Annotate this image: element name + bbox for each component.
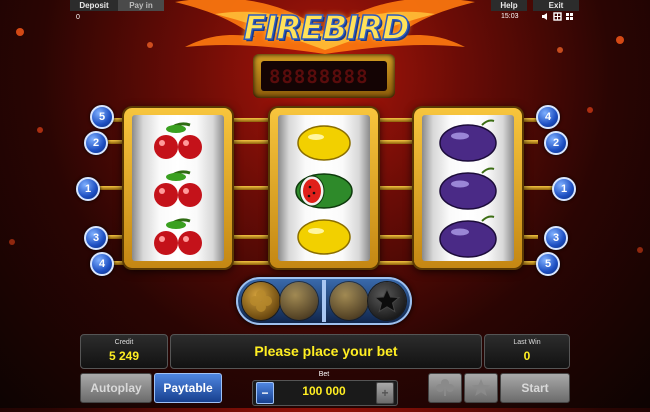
win-display: 88888888 [253, 54, 395, 98]
status-message: Please place your bet [254, 343, 398, 359]
line-badge-right[interactable]: 5 [536, 252, 560, 276]
start-button[interactable]: Start [500, 373, 570, 403]
lemon-symbol [297, 219, 351, 255]
line-badge-right[interactable]: 4 [536, 105, 560, 129]
credit-label: Credit [114, 339, 134, 346]
watermelon-symbol [295, 173, 353, 209]
message-panel: Please place your bet [170, 334, 482, 369]
gamble-red-button[interactable] [428, 373, 462, 403]
coin-icon [330, 282, 368, 320]
line-badge-left[interactable]: 3 [84, 226, 108, 250]
bet-value: 100 000 [302, 384, 346, 398]
clover-icon [436, 379, 454, 396]
line-badge-left[interactable]: 4 [90, 252, 114, 276]
cherries-symbol [154, 170, 202, 207]
last-win-panel: Last Win 0 [484, 334, 570, 369]
reel-3 [414, 108, 522, 268]
lemon-symbol [297, 125, 351, 161]
autoplay-button[interactable]: Autoplay [80, 373, 152, 403]
credit-panel: Credit 5 249 [80, 334, 168, 369]
cherries-symbol [154, 218, 202, 255]
line-badge-right[interactable]: 1 [552, 177, 576, 201]
bet-control: Bet − 100 000 + [252, 371, 398, 406]
bet-label: Bet [318, 371, 330, 378]
clover-icon [242, 282, 280, 320]
display-digits: 88888888 [269, 66, 369, 88]
bet-increase-button[interactable]: + [376, 382, 394, 404]
line-badge-left[interactable]: 1 [76, 177, 100, 201]
last-win-label: Last Win [513, 339, 541, 346]
plum-symbol [439, 215, 497, 258]
cherries-symbol [154, 122, 202, 159]
gamble-panel [236, 277, 412, 325]
reel-2 [270, 108, 378, 268]
line-badge-left[interactable]: 2 [84, 131, 108, 155]
last-win-value: 0 [523, 349, 531, 363]
game-logo: FIREBIRD [243, 7, 411, 48]
coin-icon [280, 282, 318, 320]
paytable-button[interactable]: Paytable [154, 373, 222, 403]
gamble-divider [322, 280, 326, 322]
reel-1 [124, 108, 232, 268]
star-icon [472, 379, 490, 396]
plum-symbol [439, 167, 497, 210]
plum-symbol [439, 119, 497, 162]
gamble-black-button[interactable] [464, 373, 498, 403]
credit-value: 5 249 [108, 349, 140, 363]
line-badge-right[interactable]: 3 [544, 226, 568, 250]
star-icon [368, 282, 406, 320]
line-badge-right[interactable]: 2 [544, 131, 568, 155]
line-badge-left[interactable]: 5 [90, 105, 114, 129]
